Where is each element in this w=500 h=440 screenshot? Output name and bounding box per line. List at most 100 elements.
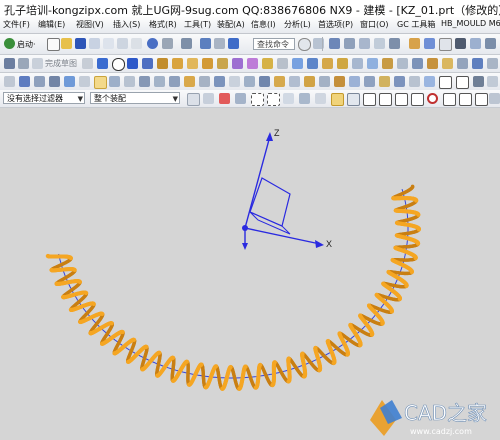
paste-icon[interactable]: [117, 38, 128, 49]
line-tool-icon[interactable]: [439, 76, 452, 89]
block-icon[interactable]: [187, 58, 198, 69]
command-finder-input[interactable]: 查找命令: [253, 38, 295, 50]
toolbar-options-icon[interactable]: [487, 76, 498, 87]
menu-gc-toolbox[interactable]: GC 工具箱: [397, 19, 435, 30]
graphics-viewport[interactable]: Z X CAD之家 www.cadzj.com: [0, 108, 500, 440]
finish-sketch-label[interactable]: 完成草图: [45, 58, 77, 69]
menu-hb-mould[interactable]: HB_MOULD M6: [441, 19, 500, 28]
menu-preferences[interactable]: 首选项(P): [318, 19, 353, 30]
edit-curve-icon[interactable]: [214, 76, 225, 87]
snap-intersection-icon[interactable]: [379, 93, 392, 106]
mirror-icon[interactable]: [322, 58, 333, 69]
emboss-icon[interactable]: [442, 58, 453, 69]
profile-icon[interactable]: [97, 58, 108, 69]
through-curves-icon[interactable]: [289, 76, 300, 87]
menu-file[interactable]: 文件(F): [3, 19, 30, 30]
search-icon[interactable]: [298, 38, 311, 51]
menu-assembly[interactable]: 装配(A): [217, 19, 245, 30]
save-icon[interactable]: [75, 38, 86, 49]
face-rule-icon[interactable]: [299, 93, 310, 104]
undo-icon[interactable]: [147, 38, 158, 49]
point-icon[interactable]: [4, 76, 15, 87]
extend-sheet-icon[interactable]: [379, 76, 390, 87]
section-curve-icon[interactable]: [124, 76, 135, 87]
move-to-layer-icon[interactable]: [359, 38, 370, 49]
trim-curve-icon[interactable]: [184, 76, 195, 87]
menu-edit[interactable]: 编辑(E): [38, 19, 65, 30]
snap-toggle-icon[interactable]: [472, 58, 483, 69]
delete-icon[interactable]: [131, 38, 142, 49]
helix-icon[interactable]: [49, 76, 60, 87]
offset-curve-icon[interactable]: [79, 76, 90, 87]
draft-icon[interactable]: [427, 58, 438, 69]
snap-on-surface-icon[interactable]: [475, 93, 488, 106]
unite-icon[interactable]: [232, 58, 243, 69]
hole-icon[interactable]: [217, 58, 228, 69]
datum-plane-icon[interactable]: [352, 58, 363, 69]
fit-view-icon[interactable]: [424, 38, 435, 49]
selection-filter-dropdown[interactable]: 没有选择过滤器 ▼: [3, 92, 85, 104]
offset-surface-icon[interactable]: [394, 76, 405, 87]
orient-view-icon[interactable]: [82, 58, 93, 69]
helix-path-curve[interactable]: [58, 189, 409, 379]
text-curve-icon[interactable]: [64, 76, 75, 87]
assembly-scope-dropdown[interactable]: 整个装配 ▼: [90, 92, 180, 104]
single-curve-icon[interactable]: [283, 93, 294, 104]
bounded-plane-icon[interactable]: [319, 76, 330, 87]
chamfer-icon[interactable]: [277, 58, 288, 69]
layer-visible-icon[interactable]: [344, 38, 355, 49]
sweep-icon[interactable]: [382, 58, 393, 69]
offset-face-icon[interactable]: [412, 58, 423, 69]
view-triad-icon[interactable]: [485, 38, 496, 49]
snap-center-icon[interactable]: [427, 93, 438, 104]
start-icon[interactable]: [4, 38, 15, 49]
datum-csys[interactable]: Z X: [242, 128, 332, 250]
dark-background-icon[interactable]: [455, 38, 466, 49]
start-button[interactable]: 启动·: [17, 39, 36, 50]
snap-existing-point-icon[interactable]: [443, 93, 456, 106]
arc-tool-icon[interactable]: [456, 76, 469, 89]
general-selection-icon[interactable]: [219, 93, 230, 104]
sketch-dropdown-icon[interactable]: [18, 58, 29, 69]
trim-sheet-icon[interactable]: [364, 76, 375, 87]
rectangle-select-icon[interactable]: [267, 93, 280, 106]
trim-body-icon[interactable]: [337, 58, 348, 69]
menu-info[interactable]: 信息(I): [251, 19, 276, 30]
copy-icon[interactable]: [103, 38, 114, 49]
join-curve-icon[interactable]: [169, 76, 180, 87]
spring-body[interactable]: [45, 184, 421, 391]
copy-to-layer-icon[interactable]: [374, 38, 385, 49]
subtract-icon[interactable]: [247, 58, 258, 69]
menu-format[interactable]: 格式(R): [149, 19, 177, 30]
smooth-spline-icon[interactable]: [244, 76, 255, 87]
menu-window[interactable]: 窗口(O): [360, 19, 389, 30]
touch-mode-icon[interactable]: [214, 38, 225, 49]
divide-curve-icon[interactable]: [199, 76, 210, 87]
shell-icon[interactable]: [292, 58, 303, 69]
sketch-icon[interactable]: [4, 58, 15, 69]
pattern-icon[interactable]: [307, 58, 318, 69]
snap-midpoint-icon[interactable]: [347, 93, 360, 106]
repeat-command-icon[interactable]: [181, 38, 192, 49]
thicken-icon[interactable]: [397, 58, 408, 69]
revolve-icon[interactable]: [172, 58, 183, 69]
curve-length-icon[interactable]: [229, 76, 240, 87]
redo-icon[interactable]: [162, 38, 173, 49]
layer-settings-icon[interactable]: [329, 38, 340, 49]
x-form-icon[interactable]: [409, 76, 420, 87]
menu-insert[interactable]: 插入(S): [113, 19, 140, 30]
model-canvas[interactable]: Z X CAD之家 www.cadzj.com: [0, 108, 500, 440]
cylinder-icon[interactable]: [202, 58, 213, 69]
new-file-icon[interactable]: [47, 38, 60, 51]
render-style-icon[interactable]: [470, 38, 481, 49]
line-icon[interactable]: [127, 58, 138, 69]
snap-more-icon[interactable]: [489, 93, 500, 104]
project-curve-icon[interactable]: [94, 76, 107, 89]
deselect-icon[interactable]: [203, 93, 214, 104]
bridge-curve-icon[interactable]: [154, 76, 165, 87]
more-tools-icon[interactable]: [487, 58, 498, 69]
lasso-icon[interactable]: [251, 93, 264, 106]
open-folder-icon[interactable]: [61, 38, 72, 49]
select-icon[interactable]: [200, 38, 211, 49]
move-face-icon[interactable]: [457, 58, 468, 69]
